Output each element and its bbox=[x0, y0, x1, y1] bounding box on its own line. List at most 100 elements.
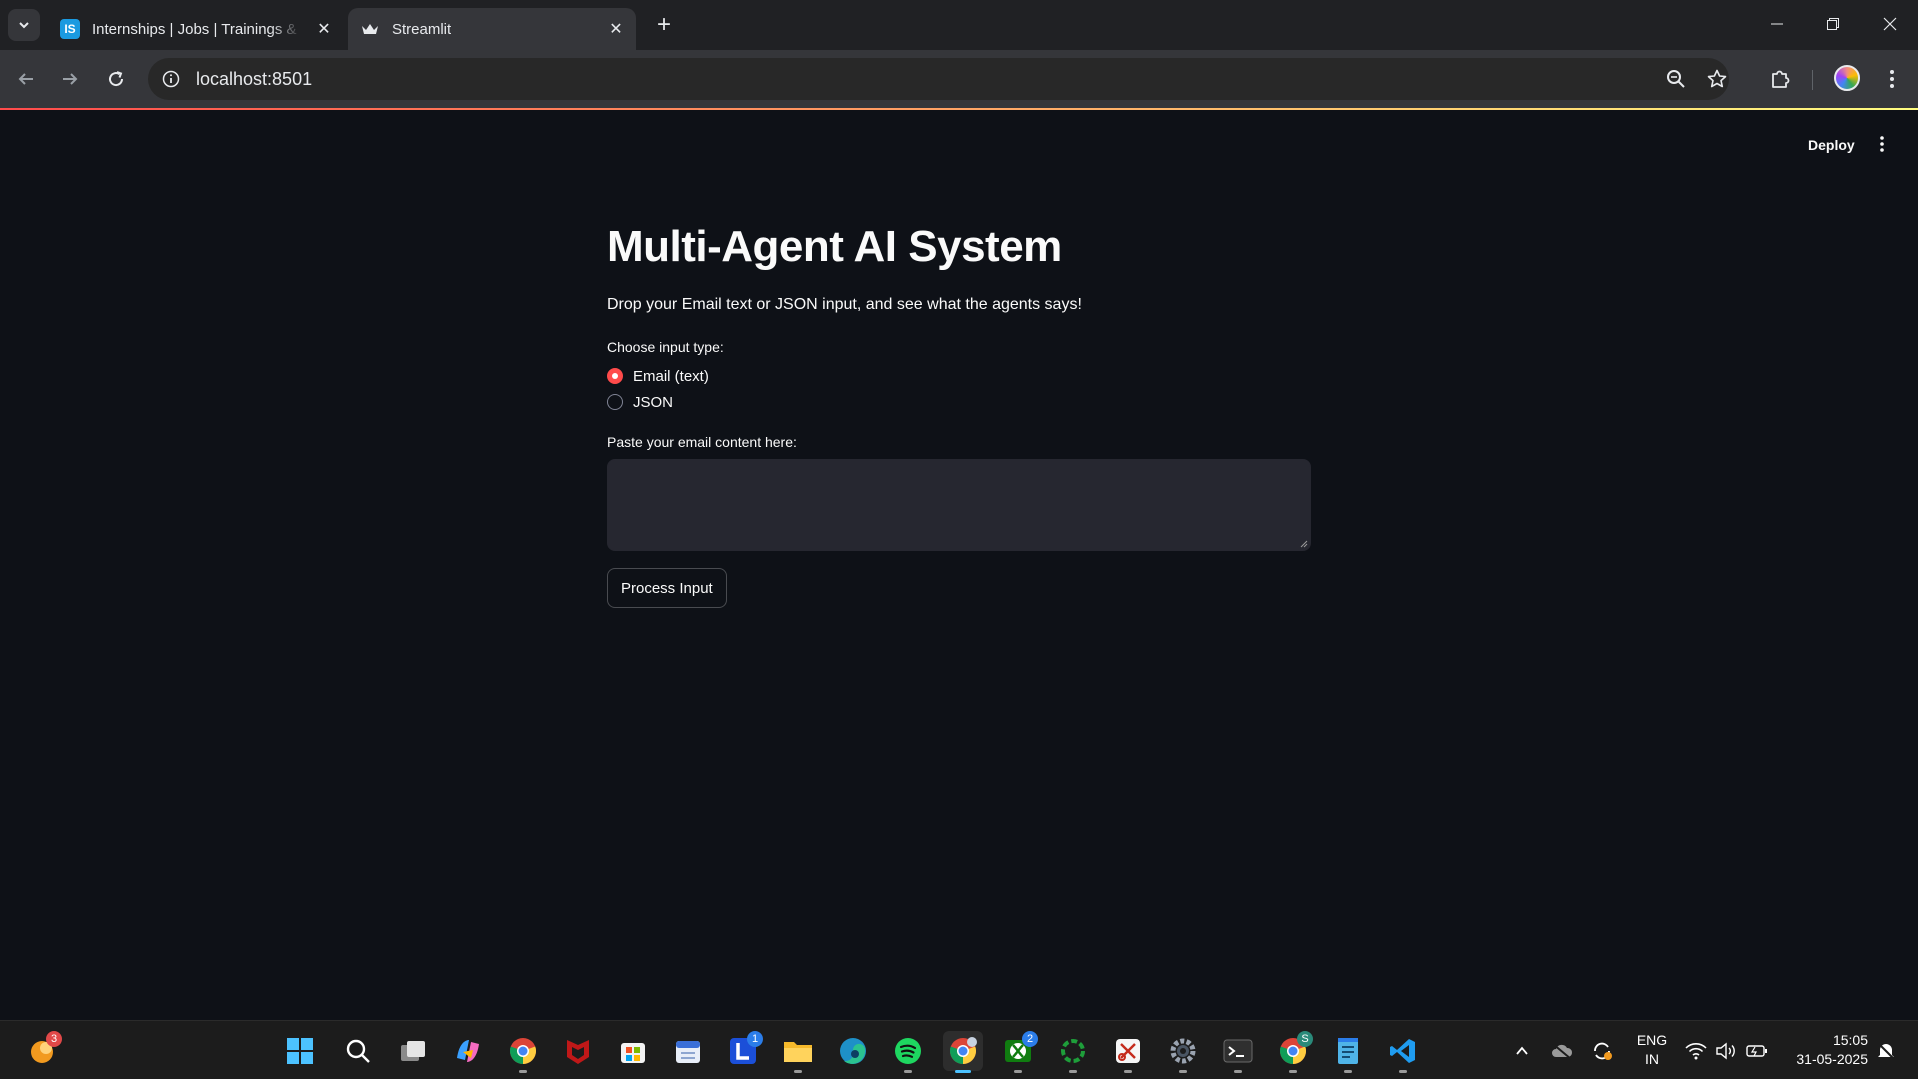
chevron-up-icon[interactable] bbox=[1510, 1039, 1534, 1063]
tab-internshala[interactable]: IS Internships | Jobs | Trainings & Plac… bbox=[48, 8, 344, 50]
notification-badge: 2 bbox=[1022, 1031, 1038, 1047]
running-indicator bbox=[1014, 1070, 1022, 1073]
settings-icon[interactable] bbox=[1163, 1031, 1203, 1073]
windows-start-icon[interactable] bbox=[280, 1031, 320, 1071]
reload-button[interactable] bbox=[98, 61, 134, 97]
email-content-label: Paste your email content here: bbox=[607, 434, 797, 450]
page-title: Multi-Agent AI System bbox=[607, 222, 1062, 271]
search-icon[interactable] bbox=[338, 1031, 378, 1071]
copilot-icon[interactable] bbox=[448, 1031, 488, 1071]
site-info-icon[interactable] bbox=[160, 68, 182, 90]
running-indicator bbox=[1289, 1070, 1297, 1073]
mcafee-icon[interactable] bbox=[558, 1031, 598, 1071]
forward-button[interactable] bbox=[52, 61, 88, 97]
browser-menu-icon[interactable] bbox=[1878, 65, 1906, 93]
lens-app-icon[interactable]: 1 bbox=[723, 1031, 763, 1071]
active-indicator bbox=[955, 1070, 971, 1073]
file-explorer-icon[interactable] bbox=[778, 1031, 818, 1073]
restore-icon bbox=[1827, 18, 1839, 30]
reload-icon bbox=[109, 71, 124, 87]
radio-option-json[interactable]: JSON bbox=[607, 391, 673, 413]
xbox-icon[interactable]: 2 bbox=[998, 1031, 1038, 1073]
loading-ring-app-icon[interactable] bbox=[1053, 1031, 1093, 1073]
sync-icon[interactable] bbox=[1590, 1039, 1614, 1063]
extensions-puzzle-icon[interactable] bbox=[1766, 65, 1794, 93]
region-code: IN bbox=[1645, 1051, 1659, 1067]
notepad-icon[interactable] bbox=[1328, 1031, 1368, 1073]
close-window-button[interactable] bbox=[1862, 0, 1918, 48]
email-content-textarea[interactable] bbox=[607, 459, 1311, 551]
tab-search-dropdown-button[interactable] bbox=[8, 9, 40, 41]
back-button[interactable] bbox=[8, 61, 44, 97]
deploy-button[interactable]: Deploy bbox=[1798, 133, 1865, 157]
radio-unchecked-icon[interactable] bbox=[607, 394, 623, 410]
terminal-icon[interactable] bbox=[1218, 1031, 1258, 1073]
language-indicator[interactable]: ENG IN bbox=[1634, 1031, 1670, 1069]
running-indicator bbox=[1344, 1070, 1352, 1073]
onedrive-offline-icon[interactable] bbox=[1550, 1039, 1574, 1063]
task-view-icon[interactable] bbox=[393, 1031, 433, 1071]
minimize-icon bbox=[1771, 23, 1783, 25]
streamlit-app: Deploy Multi-Agent AI System Drop your E… bbox=[0, 110, 1918, 1020]
arrow-left-icon bbox=[18, 73, 33, 85]
radio-checked-icon[interactable] bbox=[607, 368, 623, 384]
snipping-tool-icon[interactable] bbox=[1108, 1031, 1148, 1073]
streamlit-crown-icon bbox=[360, 19, 380, 39]
calendar-app-icon[interactable] bbox=[668, 1031, 708, 1071]
radio-option-email[interactable]: Email (text) bbox=[607, 365, 709, 387]
close-tab-icon[interactable]: ✕ bbox=[608, 21, 624, 38]
widgets-badge: 3 bbox=[46, 1031, 62, 1047]
chrome-profile-s-icon[interactable]: S bbox=[1273, 1031, 1313, 1073]
clock-time: 15:05 bbox=[1832, 1032, 1868, 1048]
arrow-right-icon bbox=[63, 73, 78, 85]
system-clock[interactable]: 15:05 31-05-2025 bbox=[1784, 1031, 1868, 1069]
page-description: Drop your Email text or JSON input, and … bbox=[607, 296, 1082, 313]
battery-icon[interactable] bbox=[1745, 1039, 1769, 1063]
browser-tab-bar: IS Internships | Jobs | Trainings & Plac… bbox=[0, 0, 1918, 50]
running-indicator bbox=[904, 1070, 912, 1073]
restore-button[interactable] bbox=[1805, 0, 1861, 48]
radio-option-label: Email (text) bbox=[633, 367, 709, 385]
microsoft-store-icon[interactable] bbox=[613, 1031, 653, 1071]
process-input-button[interactable]: Process Input bbox=[607, 568, 727, 608]
url-text: localhost:8501 bbox=[196, 69, 313, 89]
running-indicator bbox=[1069, 1070, 1077, 1073]
new-tab-button[interactable]: + bbox=[650, 11, 678, 39]
running-indicator bbox=[1124, 1070, 1132, 1073]
main-menu-icon[interactable] bbox=[1870, 132, 1894, 156]
profile-avatar[interactable] bbox=[1834, 65, 1860, 91]
notifications-bell-icon[interactable] bbox=[1874, 1039, 1898, 1063]
chevron-down-icon bbox=[19, 22, 29, 29]
running-indicator bbox=[519, 1070, 527, 1073]
radio-option-label: JSON bbox=[633, 393, 674, 411]
internshala-icon: IS bbox=[60, 19, 80, 39]
running-indicator bbox=[1179, 1070, 1187, 1073]
close-tab-icon[interactable]: ✕ bbox=[316, 21, 332, 38]
email-content-input[interactable] bbox=[608, 460, 1310, 550]
bookmark-star-icon[interactable] bbox=[1706, 68, 1728, 90]
input-type-label: Choose input type: bbox=[607, 339, 724, 355]
language-code: ENG bbox=[1636, 1032, 1668, 1048]
chrome-profile-icon[interactable] bbox=[943, 1031, 983, 1073]
toolbar-divider bbox=[1812, 70, 1813, 90]
windows-taskbar: 3 1 2 S ENG IN 15:05 31-05-2025 bbox=[0, 1020, 1918, 1079]
vscode-icon[interactable] bbox=[1383, 1031, 1423, 1073]
zoom-icon[interactable] bbox=[1665, 68, 1687, 90]
close-icon bbox=[1883, 17, 1897, 31]
resize-grip-icon[interactable] bbox=[1300, 540, 1308, 548]
address-bar[interactable]: localhost:8501 bbox=[148, 58, 1729, 100]
tab-streamlit[interactable]: Streamlit ✕ bbox=[348, 8, 636, 50]
notification-badge: 1 bbox=[747, 1031, 763, 1047]
tab-title: Streamlit bbox=[392, 20, 452, 38]
edge-icon[interactable] bbox=[833, 1031, 873, 1071]
clock-date: 31-05-2025 bbox=[1796, 1051, 1868, 1067]
wifi-icon[interactable] bbox=[1684, 1039, 1708, 1063]
tab-title: Internships | Jobs | Trainings & Placeme… bbox=[92, 20, 302, 38]
spotify-icon[interactable] bbox=[888, 1031, 928, 1073]
widgets-icon[interactable]: 3 bbox=[22, 1031, 62, 1071]
browser-toolbar: localhost:8501 bbox=[0, 50, 1918, 108]
profile-badge: S bbox=[1297, 1031, 1313, 1047]
chrome-icon[interactable] bbox=[503, 1031, 543, 1073]
minimize-button[interactable] bbox=[1749, 0, 1805, 48]
volume-icon[interactable] bbox=[1714, 1039, 1738, 1063]
